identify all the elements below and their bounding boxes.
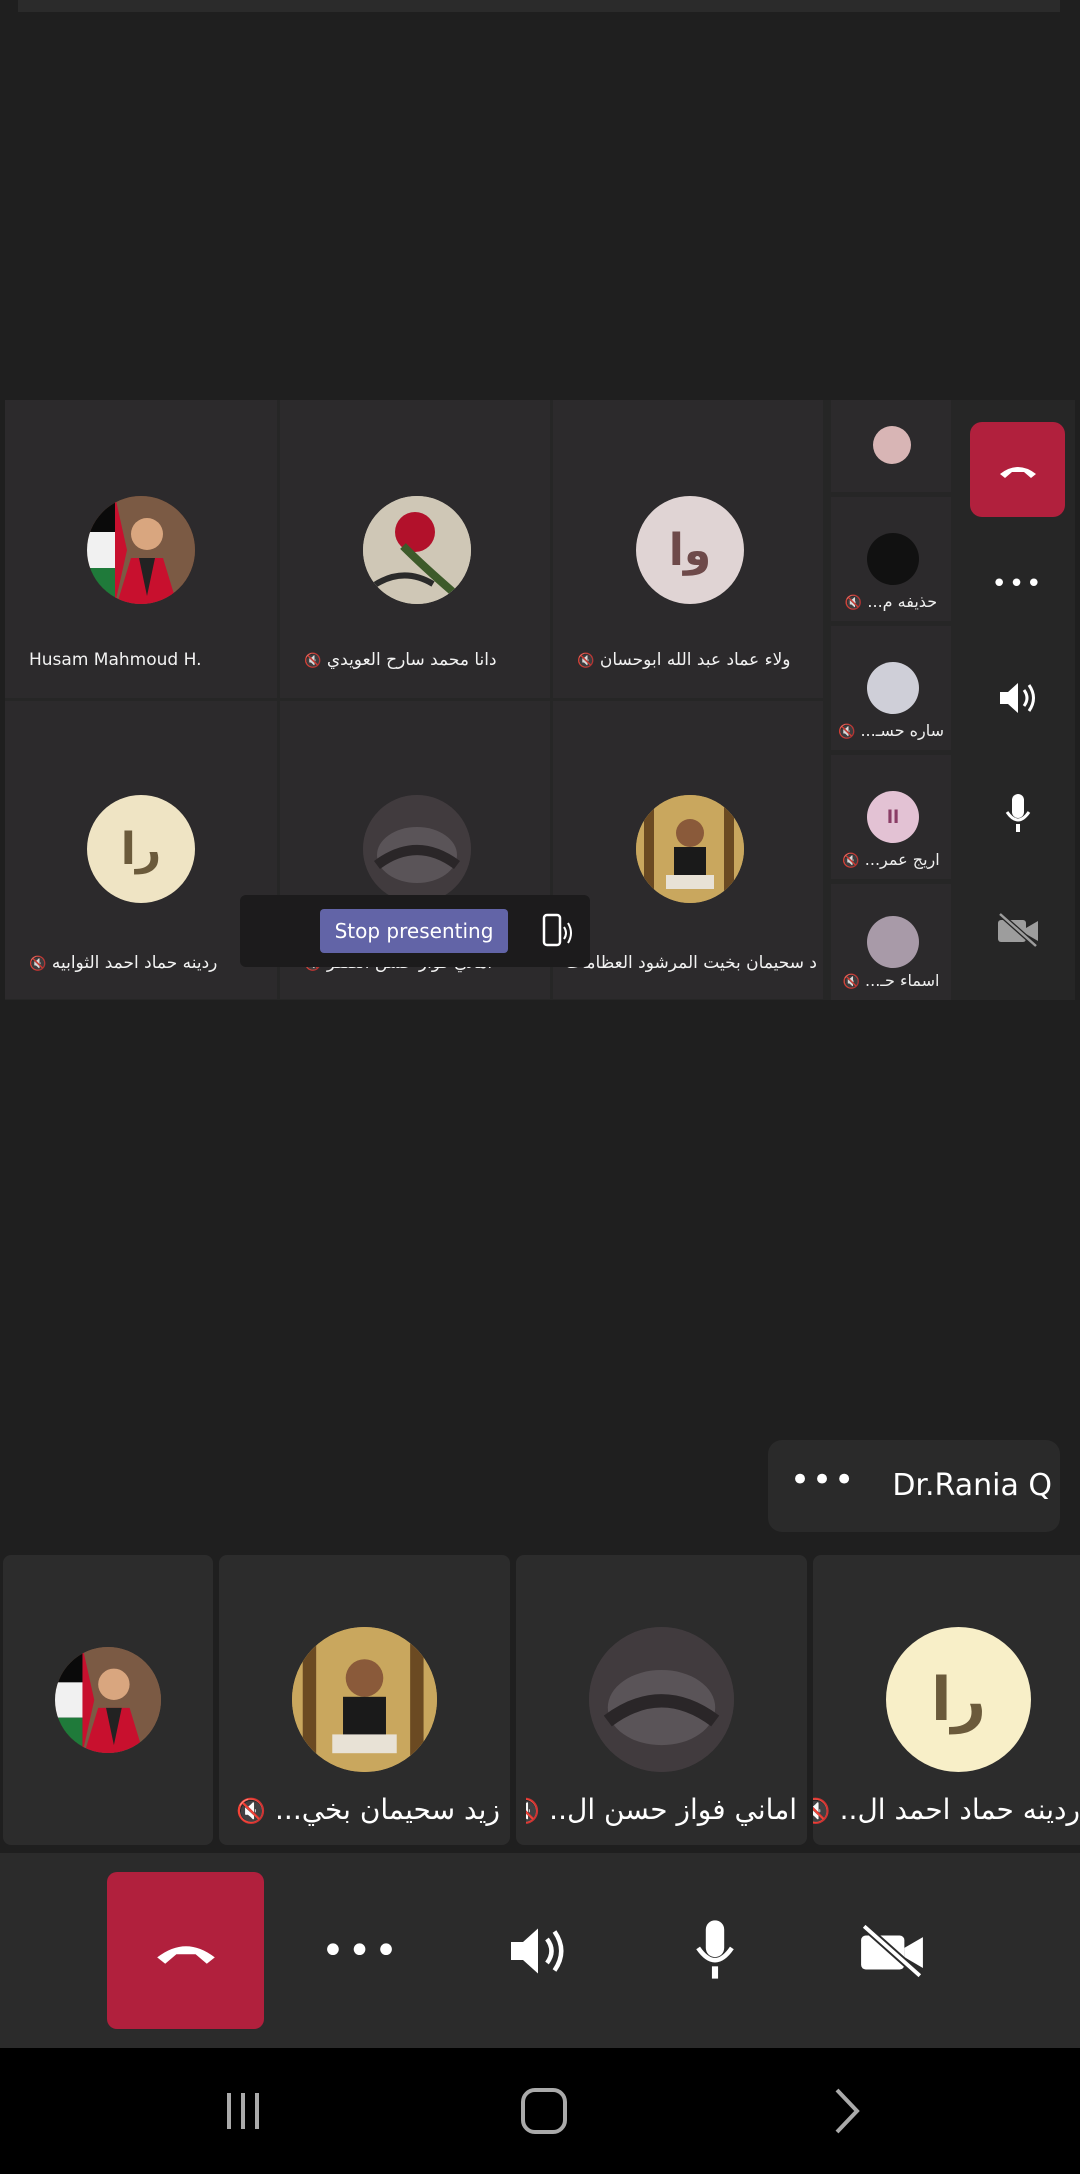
grid-tile: را ردينه حماد احمد الثوابيه 🔇 (5, 701, 277, 999)
stop-presenting-button[interactable]: Stop presenting (320, 909, 508, 953)
hangup-icon (999, 466, 1036, 478)
shared-speaker-button (970, 650, 1065, 745)
tile-name: اسماء حـ... 🔇 (842, 971, 940, 990)
avatar (867, 533, 919, 585)
grid-tile: وا ولاء عماد عبد الله ابوحسان 🔇 (553, 400, 823, 698)
participant-name: ردينه حماد احمد ال.. 🔇 (813, 1793, 1080, 1826)
more-options-button[interactable]: ••• (306, 1896, 416, 2006)
participant-name: اماني فواز حسن ال.. 🔇 (526, 1793, 797, 1826)
grid-tile: دانا محمد سارح العويدي 🔇 (280, 400, 550, 698)
presenter-more-button[interactable]: ••• (790, 1460, 856, 1500)
home-button[interactable] (494, 2078, 594, 2144)
side-tile: اا اريج عمر... 🔇 (831, 755, 951, 879)
device-audio-icon[interactable] (540, 913, 576, 953)
avatar (867, 916, 919, 968)
side-tile: اسماء حـ... 🔇 (831, 884, 951, 1000)
avatar (867, 662, 919, 714)
participant-name: زيد سحيمان بخي... 🔇 (236, 1793, 500, 1826)
tile-name: د سحيمان بخيت المرشود العظامات (567, 953, 817, 973)
camera-off-icon (861, 1923, 923, 1979)
avatar (87, 496, 195, 604)
tile-name: ساره حسـ... 🔇 (837, 721, 945, 740)
avatar (363, 795, 471, 903)
camera-off-button[interactable] (837, 1896, 947, 2006)
speaker-icon (511, 1928, 564, 1974)
shared-mic-button (970, 766, 1065, 861)
tile-name: دانا محمد سارح العويدي 🔇 (304, 650, 497, 670)
recents-icon (227, 2093, 259, 2129)
mic-off-icon: 🔇 (577, 653, 595, 669)
speaker-button[interactable] (483, 1896, 593, 2006)
mic-off-icon: 🔇 (526, 1797, 540, 1825)
participant-tile[interactable] (3, 1555, 213, 1845)
presenting-bar: Stop presenting (240, 895, 590, 967)
avatar (589, 1627, 734, 1772)
tile-name: اريج عمر... 🔇 (842, 850, 940, 869)
side-tile: حذيفه م... 🔇 (831, 497, 951, 621)
avatar (292, 1627, 437, 1772)
avatar (363, 496, 471, 604)
microphone-button[interactable] (660, 1896, 770, 2006)
presenter-name: Dr.Rania Q (892, 1468, 1052, 1503)
tile-name: حذيفه م... 🔇 (844, 592, 938, 611)
back-button[interactable] (797, 2078, 897, 2144)
participant-tile[interactable]: اماني فواز حسن ال.. 🔇 (516, 1555, 807, 1845)
shared-call-controls: ••• (960, 400, 1075, 1000)
mic-off-icon: 🔇 (837, 724, 856, 740)
participant-tile[interactable]: زيد سحيمان بخي... 🔇 (219, 1555, 510, 1845)
side-tile (831, 400, 951, 492)
side-tile: ساره حسـ... 🔇 (831, 626, 951, 750)
tile-name: Husam Mahmoud H. (29, 650, 202, 670)
mic-off-icon: 🔇 (304, 653, 322, 669)
avatar: وا (636, 496, 744, 604)
mic-icon (1005, 793, 1030, 832)
mic-off-icon: 🔇 (842, 853, 860, 869)
mic-off-icon: 🔇 (236, 1797, 267, 1825)
call-control-bar: ••• (0, 1853, 1080, 2048)
grid-tile: د سحيمان بخيت المرشود العظامات (553, 701, 823, 999)
grid-tile: Husam Mahmoud H. (5, 400, 277, 698)
mic-off-icon: 🔇 (29, 956, 47, 972)
avatar: را (886, 1627, 1031, 1772)
participant-tile[interactable]: را ردينه حماد احمد ال.. 🔇 (813, 1555, 1080, 1845)
mic-icon (696, 1920, 734, 1979)
top-edge-bar (18, 0, 1060, 12)
avatar (636, 795, 744, 903)
tile-name: ردينه حماد احمد الثوابيه 🔇 (29, 953, 218, 973)
recents-button[interactable] (193, 2078, 293, 2144)
tile-name: ولاء عماد عبد الله ابوحسان 🔇 (577, 650, 791, 670)
shared-hangup-button (970, 422, 1065, 517)
avatar (55, 1647, 161, 1753)
home-icon (521, 2088, 567, 2134)
presenter-pill: ••• Dr.Rania Q (768, 1440, 1060, 1532)
shared-more-button: ••• (991, 568, 1044, 599)
mic-off-icon: 🔇 (813, 1797, 831, 1825)
avatar: اا (867, 791, 919, 843)
mic-off-icon: 🔇 (842, 974, 860, 990)
avatar: را (87, 795, 195, 903)
camera-off-icon (997, 911, 1038, 948)
speaker-icon (999, 682, 1035, 713)
side-participant-column: حذيفه م... 🔇 ساره حسـ... 🔇 اا اريج عمر..… (825, 400, 953, 1000)
hangup-icon (156, 1945, 215, 1964)
avatar (873, 426, 911, 464)
chevron-right-icon (835, 2088, 860, 2134)
system-nav-bar (0, 2048, 1080, 2174)
mic-off-icon: 🔇 (844, 595, 863, 611)
hangup-button[interactable] (107, 1872, 264, 2029)
shared-camera-off-button (970, 882, 1065, 977)
